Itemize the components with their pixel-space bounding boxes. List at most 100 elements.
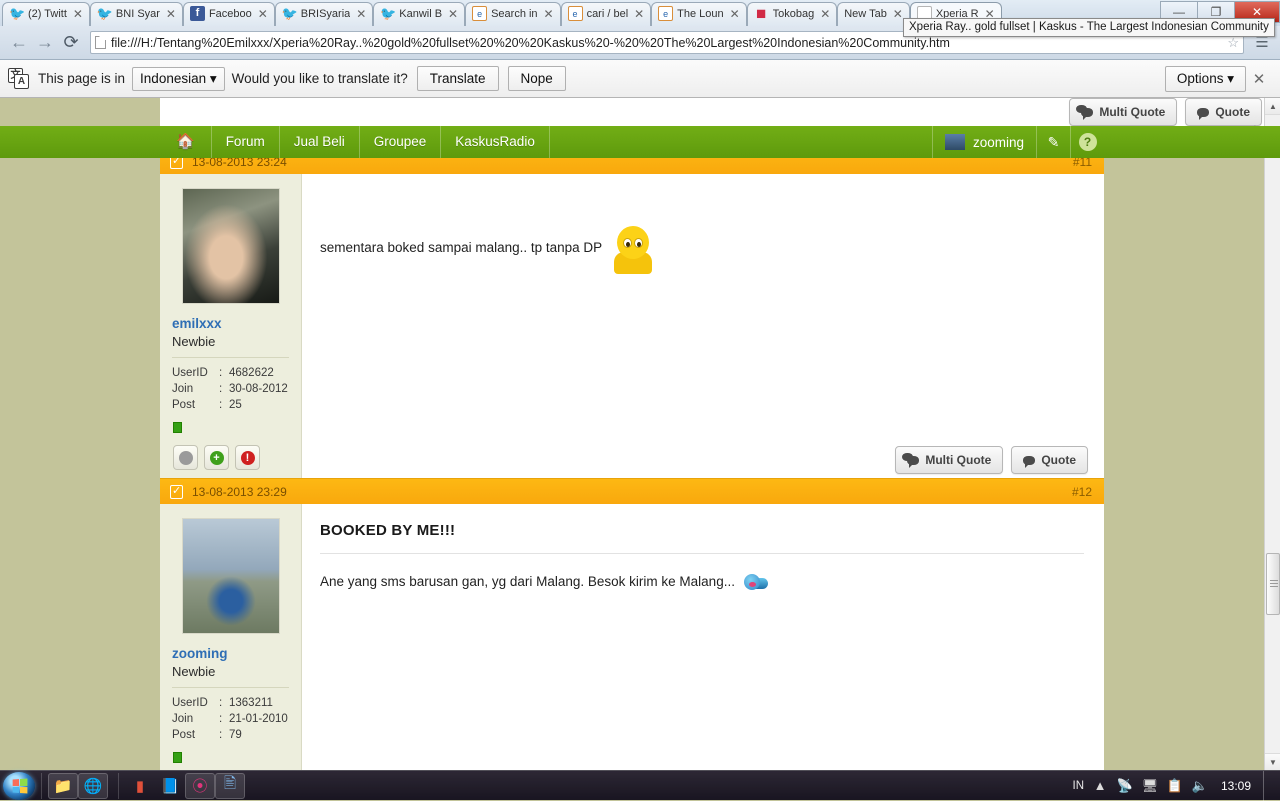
scroll-down-icon[interactable]: ▼ (1265, 753, 1280, 770)
post-number[interactable]: #12 (1072, 485, 1092, 499)
book-icon[interactable]: 📘 (155, 773, 185, 799)
translate-question-label: Would you like to translate it? (232, 71, 408, 86)
tab-close-icon[interactable]: ✕ (446, 3, 460, 25)
browser-tab[interactable]: e cari / bel✕ (561, 2, 652, 26)
speech-bubble-icon (1081, 108, 1093, 117)
browser-tab[interactable]: fFaceboo✕ (183, 2, 275, 26)
pdf-icon[interactable]: ▮ (125, 773, 155, 799)
windows-logo-icon (12, 778, 27, 793)
taskbar-clock[interactable]: 13:09 (1216, 779, 1256, 793)
post-timestamp: 13-08-2013 23:29 (192, 485, 287, 499)
browser-tab[interactable]: ◼Tokobag✕ (747, 2, 838, 26)
join-label: Join (172, 711, 219, 727)
quote-button-group: Multi Quote Quote (1069, 98, 1264, 126)
browser-tab[interactable]: eThe Loun✕ (651, 2, 746, 26)
help-icon[interactable]: ? (1070, 126, 1104, 158)
action-center-icon[interactable]: 📋 (1166, 778, 1184, 794)
tab-label: Kanwil B (399, 3, 442, 25)
nav-item-kaskusradio[interactable]: KaskusRadio (441, 126, 550, 158)
multi-quote-button[interactable]: Multi Quote (895, 446, 1003, 474)
join-value: 30-08-2012 (229, 381, 288, 397)
report-post-button[interactable]: ! (235, 445, 260, 470)
user-stat-row: Join:30-08-2012 (160, 381, 301, 397)
twitter-icon: 🐦 (97, 6, 112, 21)
nav-item-jual-beli[interactable]: Jual Beli (280, 126, 360, 158)
profile-icon-button[interactable] (173, 445, 198, 470)
browser-tab[interactable]: 🐦BNI Syar✕ (90, 2, 183, 26)
user-circle-icon (179, 451, 193, 465)
tab-close-icon[interactable]: ✕ (164, 3, 178, 25)
ie-icon: e (568, 6, 583, 21)
colon: : (219, 397, 229, 413)
language-value: Indonesian (140, 71, 206, 86)
show-hidden-icons-button[interactable]: ▲ (1091, 778, 1109, 793)
post-11: 13-08-2013 23:24 #11 emilxxx Newbie User… (160, 148, 1104, 480)
close-infobar-icon[interactable]: ✕ (1246, 70, 1272, 88)
multi-quote-label: Multi Quote (925, 453, 991, 467)
opera-icon[interactable]: ⦿ (185, 773, 215, 799)
ie-icon: e (658, 6, 673, 21)
twitter-icon: 🐦 (380, 6, 395, 21)
scroll-up-icon[interactable]: ▲ (1265, 98, 1280, 115)
tab-close-icon[interactable]: ✕ (632, 3, 646, 25)
tab-close-icon[interactable]: ✕ (256, 3, 270, 25)
contacts-icon[interactable]: 🖹 (215, 773, 245, 799)
monitor-icon[interactable]: 🖥 (1141, 778, 1159, 794)
language-indicator[interactable]: IN (1073, 780, 1085, 792)
post-checkbox-icon[interactable] (170, 485, 183, 499)
post-text: Ane yang sms barusan gan, yg dari Malang… (320, 572, 1084, 592)
nav-item-forum[interactable]: Forum (212, 126, 280, 158)
tab-label: cari / bel (587, 3, 629, 25)
user-stat-row: Post:79 (160, 727, 301, 743)
userid-value: 1363211 (229, 695, 273, 711)
tab-close-icon[interactable]: ✕ (728, 3, 742, 25)
post-count-value: 79 (229, 727, 242, 743)
userid-value: 4682622 (229, 365, 274, 381)
colon: : (219, 365, 229, 381)
explorer-icon[interactable]: 📁 (48, 773, 78, 799)
username-link[interactable]: zooming (160, 646, 301, 661)
nav-item-groupee[interactable]: Groupee (360, 126, 442, 158)
colon: : (219, 381, 229, 397)
network-error-icon[interactable]: 📡 (1116, 778, 1134, 794)
reload-button[interactable]: ⟳ (58, 30, 84, 56)
reputation-up-button[interactable]: + (204, 445, 229, 470)
chrome-menu-icon[interactable]: ☰ (1250, 35, 1274, 50)
volume-muted-icon[interactable]: 🔈 (1191, 778, 1209, 794)
forward-button[interactable]: → (32, 30, 58, 56)
online-status-indicator (173, 752, 182, 763)
home-icon[interactable]: 🏠 (160, 126, 212, 158)
user-menu[interactable]: zooming (932, 126, 1036, 158)
start-button[interactable] (3, 772, 35, 800)
tab-close-icon[interactable]: ✕ (542, 3, 556, 25)
translate-options-button[interactable]: Options ▾ (1165, 66, 1246, 92)
language-select[interactable]: Indonesian ▾ (132, 67, 225, 91)
avatar[interactable] (182, 188, 280, 304)
user-action-icons: + ! (160, 433, 301, 470)
post-text: sementara boked sampai malang.. tp tanpa… (320, 190, 1084, 282)
multi-quote-button[interactable]: Multi Quote (1069, 98, 1177, 126)
avatar[interactable] (182, 518, 280, 634)
browser-tab[interactable]: eSearch in✕ (465, 2, 560, 26)
speech-bubble-icon (1197, 108, 1209, 117)
tab-close-icon[interactable]: ✕ (354, 3, 368, 25)
pinned-apps: 📁 🌐 (41, 773, 112, 799)
browser-tab[interactable]: New Tab✕ (837, 2, 910, 26)
username-link[interactable]: emilxxx (160, 316, 301, 331)
page-scrollbar[interactable]: ▲ ▼ (1264, 98, 1280, 770)
exclamation-icon: ! (241, 451, 255, 465)
back-button[interactable]: ← (6, 30, 32, 56)
tab-close-icon[interactable]: ✕ (71, 3, 85, 25)
scrollbar-thumb[interactable] (1266, 553, 1280, 615)
tab-close-icon[interactable]: ✕ (818, 3, 832, 25)
sad-yellow-smiley-icon (612, 226, 654, 282)
browser-tab[interactable]: 🐦 Kanwil B✕ (373, 2, 465, 26)
pencil-icon[interactable]: ✎ (1036, 126, 1070, 158)
nope-button[interactable]: Nope (508, 66, 566, 91)
translate-button[interactable]: Translate (417, 66, 499, 91)
browser-tab[interactable]: 🐦(2) Twitt✕ (2, 2, 90, 26)
browser-tab[interactable]: 🐦BRISyaria✕ (275, 2, 374, 26)
quote-button[interactable]: Quote (1011, 446, 1088, 474)
chrome-icon[interactable]: 🌐 (78, 773, 108, 799)
show-desktop-button[interactable] (1263, 771, 1272, 801)
